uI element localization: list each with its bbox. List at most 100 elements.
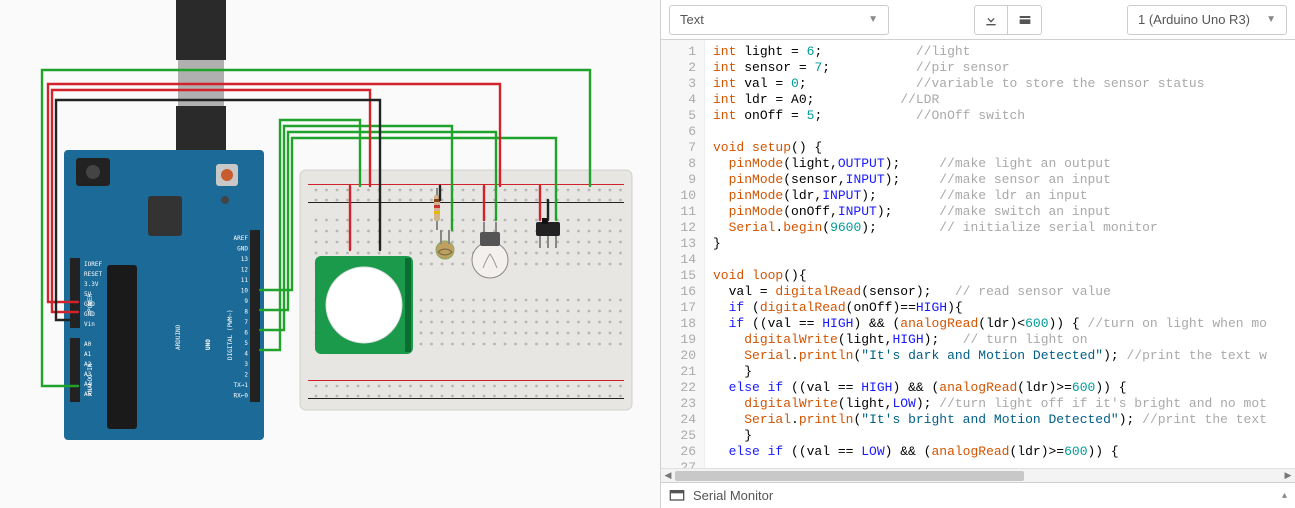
serial-monitor-label: Serial Monitor bbox=[693, 488, 773, 503]
scroll-right-arrow[interactable]: ▶ bbox=[1281, 470, 1295, 481]
line-number: 1 bbox=[665, 44, 696, 60]
digital-header[interactable] bbox=[250, 230, 260, 402]
pin-label: 5V bbox=[84, 291, 92, 298]
pin-label: A0 bbox=[84, 341, 92, 348]
code-line[interactable]: Serial.println("It's dark and Motion Det… bbox=[713, 348, 1287, 364]
caret-up-icon: ▴ bbox=[1282, 490, 1287, 501]
code-line[interactable]: } bbox=[713, 236, 1287, 252]
serial-monitor-icon bbox=[669, 489, 685, 503]
code-line[interactable]: } bbox=[713, 364, 1287, 380]
pin-label: GND bbox=[84, 301, 95, 308]
pin-label: TX→1 bbox=[234, 382, 249, 389]
library-icon bbox=[1017, 12, 1033, 28]
line-number: 18 bbox=[665, 316, 696, 332]
code-line[interactable]: Serial.println("It's bright and Motion D… bbox=[713, 412, 1287, 428]
code-line[interactable]: val = digitalRead(sensor); // read senso… bbox=[713, 284, 1287, 300]
code-pane: Text ▼ 1 (Arduino Uno R3) ▼ 123456789101… bbox=[660, 0, 1295, 508]
line-number: 7 bbox=[665, 140, 696, 156]
line-number: 27 bbox=[665, 460, 696, 468]
line-number: 6 bbox=[665, 124, 696, 140]
pin-label: AREF bbox=[234, 235, 249, 242]
pin-label: 12 bbox=[241, 267, 249, 274]
pin-label: GND bbox=[84, 311, 95, 318]
code-line[interactable]: if (digitalRead(onOff)==HIGH){ bbox=[713, 300, 1287, 316]
pir-sensor[interactable] bbox=[315, 256, 413, 354]
serial-monitor-toggle[interactable]: Serial Monitor ▴ bbox=[661, 482, 1295, 508]
code-line[interactable]: else if ((val == LOW) && (analogRead(ldr… bbox=[713, 444, 1287, 460]
arduino-uno[interactable]: ARDUINO UNO DIGITAL (PWM~) ANALOG IN POW… bbox=[64, 150, 264, 440]
code-line[interactable]: } bbox=[713, 428, 1287, 444]
pin-label: 11 bbox=[241, 277, 249, 284]
pin-label: A3 bbox=[84, 371, 92, 378]
power-header[interactable] bbox=[70, 258, 80, 328]
scroll-thumb[interactable] bbox=[675, 471, 1024, 481]
line-number: 20 bbox=[665, 348, 696, 364]
code-line[interactable]: int sensor = 7; //pir sensor bbox=[713, 60, 1287, 76]
board-label: 1 (Arduino Uno R3) bbox=[1138, 12, 1250, 27]
horizontal-scrollbar[interactable]: ◀ ▶ bbox=[661, 468, 1295, 482]
line-number: 12 bbox=[665, 220, 696, 236]
code-line[interactable]: void setup() { bbox=[713, 140, 1287, 156]
code-line[interactable]: Serial.begin(9600); // initialize serial… bbox=[713, 220, 1287, 236]
line-number: 24 bbox=[665, 412, 696, 428]
code-mode-dropdown[interactable]: Text ▼ bbox=[669, 5, 889, 35]
usb-cable bbox=[176, 0, 226, 60]
line-gutter: 1234567891011121314151617181920212223242… bbox=[661, 40, 705, 468]
pin-label: GND bbox=[237, 246, 248, 253]
line-number: 3 bbox=[665, 76, 696, 92]
analog-header[interactable] bbox=[70, 338, 80, 402]
pin-label: RESET bbox=[84, 271, 102, 278]
code-mode-label: Text bbox=[680, 12, 704, 27]
code-line[interactable]: int ldr = A0; //LDR bbox=[713, 92, 1287, 108]
slide-switch[interactable] bbox=[536, 218, 560, 248]
arduino-model: UNO bbox=[205, 339, 212, 350]
line-number: 2 bbox=[665, 60, 696, 76]
line-number: 13 bbox=[665, 236, 696, 252]
pin-label: RX←0 bbox=[234, 393, 249, 400]
code-line[interactable]: int light = 6; //light bbox=[713, 44, 1287, 60]
pin-label: 3 bbox=[244, 361, 248, 368]
code-line[interactable]: pinMode(sensor,INPUT); //make sensor an … bbox=[713, 172, 1287, 188]
line-number: 22 bbox=[665, 380, 696, 396]
code-line[interactable]: if ((val == HIGH) && (analogRead(ldr)<60… bbox=[713, 316, 1287, 332]
pin-label: 6 bbox=[244, 330, 248, 337]
line-number: 10 bbox=[665, 188, 696, 204]
pin-label: IOREF bbox=[84, 261, 102, 268]
code-line[interactable]: int val = 0; //variable to store the sen… bbox=[713, 76, 1287, 92]
code-toolbar: Text ▼ 1 (Arduino Uno R3) ▼ bbox=[661, 0, 1295, 40]
code-editor[interactable]: 1234567891011121314151617181920212223242… bbox=[661, 40, 1295, 468]
pin-label: 5 bbox=[244, 340, 248, 347]
download-icon bbox=[983, 12, 999, 28]
pin-label: 7 bbox=[244, 319, 248, 326]
library-button[interactable] bbox=[1008, 5, 1042, 35]
code-body[interactable]: int light = 6; //lightint sensor = 7; //… bbox=[705, 40, 1295, 468]
code-line[interactable]: digitalWrite(light,HIGH); // turn light … bbox=[713, 332, 1287, 348]
code-line[interactable] bbox=[713, 252, 1287, 268]
code-line[interactable]: int onOff = 5; //OnOff switch bbox=[713, 108, 1287, 124]
pin-label: A2 bbox=[84, 361, 92, 368]
code-line[interactable]: pinMode(ldr,INPUT); //make ldr an input bbox=[713, 188, 1287, 204]
digital-label: DIGITAL (PWM~) bbox=[227, 309, 234, 360]
code-line[interactable] bbox=[713, 124, 1287, 140]
pin-label: 4 bbox=[244, 351, 248, 358]
line-number: 19 bbox=[665, 332, 696, 348]
caret-down-icon: ▼ bbox=[1254, 14, 1276, 25]
download-button[interactable] bbox=[974, 5, 1008, 35]
line-number: 4 bbox=[665, 92, 696, 108]
code-line[interactable]: digitalWrite(light,LOW); //turn light of… bbox=[713, 396, 1287, 412]
pin-label: Vin bbox=[84, 321, 95, 328]
scroll-left-arrow[interactable]: ◀ bbox=[661, 470, 675, 481]
pin-label: 9 bbox=[244, 298, 248, 305]
pin-label: 13 bbox=[241, 256, 249, 263]
line-number: 26 bbox=[665, 444, 696, 460]
code-line[interactable]: void loop(){ bbox=[713, 268, 1287, 284]
code-line[interactable]: else if ((val == HIGH) && (analogRead(ld… bbox=[713, 380, 1287, 396]
code-line[interactable]: pinMode(onOff,INPUT); //make switch an i… bbox=[713, 204, 1287, 220]
circuit-canvas[interactable]: ARDUINO UNO DIGITAL (PWM~) ANALOG IN POW… bbox=[0, 0, 660, 508]
line-number: 11 bbox=[665, 204, 696, 220]
pin-label: 10 bbox=[241, 288, 249, 295]
line-number: 23 bbox=[665, 396, 696, 412]
code-line[interactable]: pinMode(light,OUTPUT); //make light an o… bbox=[713, 156, 1287, 172]
board-dropdown[interactable]: 1 (Arduino Uno R3) ▼ bbox=[1127, 5, 1287, 35]
code-line[interactable] bbox=[713, 460, 1287, 468]
